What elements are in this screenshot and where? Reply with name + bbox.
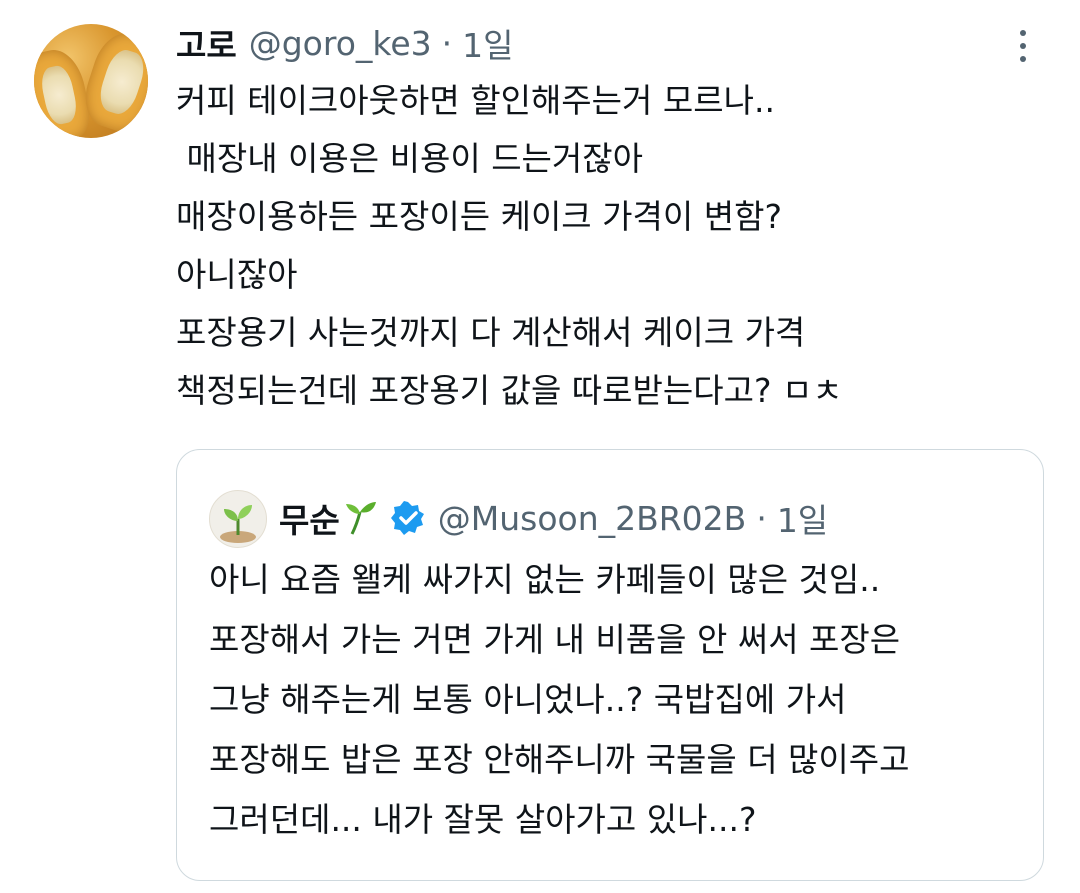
quoted-author-handle[interactable]: @Musoon_2BR02B [438,499,747,538]
quoted-text-line: 그러던데... 내가 잘못 살아가고 있나...? [209,800,757,839]
quoted-tweet-text: 아니 요즘 왤케 싸가지 없는 카페들이 많은 것임.. 포장해서 가는 거면 … [209,550,1029,850]
tweet[interactable]: 고로 @goro_ke3 · 1일 커피 테이크아웃하면 할인해주는거 모르나.… [0,0,1080,893]
quoted-author-avatar[interactable] [209,490,267,548]
author-avatar[interactable] [34,24,148,138]
tweet-timestamp[interactable]: 1일 [462,19,513,67]
verified-badge-icon[interactable] [390,500,426,536]
quoted-timestamp[interactable]: 1일 [777,494,828,542]
quoted-text-line: 아니 요즘 왤케 싸가지 없는 카페들이 많은 것임.. [209,560,881,599]
tweet-text-line: 커피 테이크아웃하면 할인해주는거 모르나.. [176,81,775,120]
quoted-text-line: 그냥 해주는게 보통 아니었나..? 국밥집에 가서 [209,680,847,719]
quoted-header: 무순 @Musoon_2BR02B · 1일 [279,490,828,546]
tweet-text-line: 책정되는건데 포장용기 값을 따로받는다고? ㅁㅊ [176,371,843,410]
quoted-author-name[interactable]: 무순 [279,494,340,542]
quoted-text-line: 포장해서 가는 거면 가게 내 비품을 안 써서 포장은 [209,620,901,659]
quoted-text-line: 포장해도 밥은 포장 안해주니까 국물을 더 많이주고 [209,740,910,779]
tweet-header: 고로 @goro_ke3 · 1일 [176,20,514,66]
author-name[interactable]: 고로 [176,19,237,67]
tweet-text-line: 포장용기 사는것까지 다 계산해서 케이크 가격 [176,313,806,352]
tweet-text-line: 매장내 이용은 비용이 드는거잖아 [176,139,643,178]
quoted-tweet[interactable]: 무순 @Musoon_2BR02B · 1일 아니 요즘 왤케 싸가지 없는 카… [176,449,1044,881]
tweet-text-line: 매장이용하든 포장이든 케이크 가격이 변함? [176,197,782,236]
seedling-avatar-icon [220,505,256,543]
separator-dot: · [756,498,767,538]
tweet-text: 커피 테이크아웃하면 할인해주는거 모르나.. 매장내 이용은 비용이 드는거잖… [176,72,1036,420]
author-handle[interactable]: @goro_ke3 [249,24,432,63]
seedling-icon [345,502,376,535]
more-vertical-icon[interactable] [1010,26,1036,66]
tweet-text-line: 아니잖아 [176,255,298,294]
separator-dot: · [441,23,453,63]
